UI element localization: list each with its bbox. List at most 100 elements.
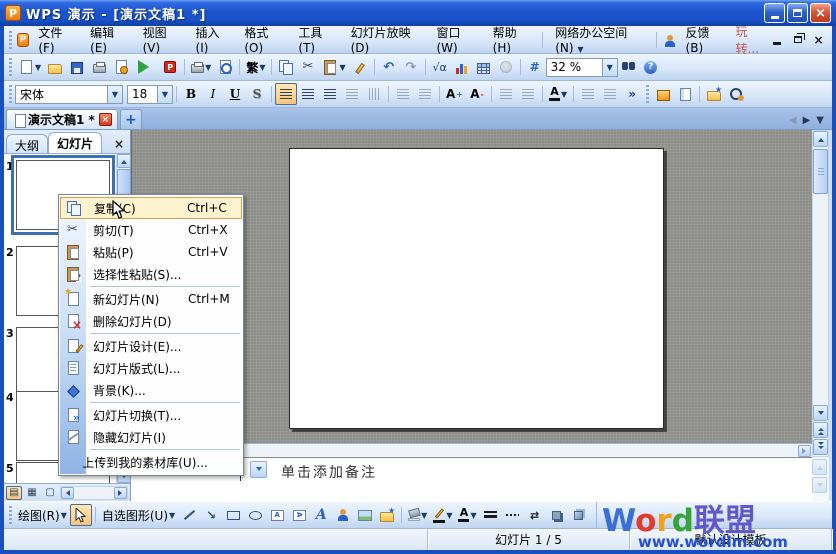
- arrow-tool-button[interactable]: ↘: [200, 504, 222, 526]
- tab-slides[interactable]: 幻灯片: [48, 132, 102, 153]
- tab-close-button[interactable]: ×: [99, 113, 112, 126]
- menu-slideshow[interactable]: 幻灯片放映(D): [344, 21, 428, 58]
- menu-view[interactable]: 视图(V): [136, 21, 187, 58]
- menu-edit[interactable]: 编辑(E): [83, 21, 133, 58]
- scrollbar-thumb[interactable]: [813, 149, 828, 194]
- previous-slide-button[interactable]: [813, 422, 828, 438]
- oval-tool-button[interactable]: [244, 504, 266, 526]
- 3d-style-button[interactable]: [568, 504, 590, 526]
- draw-menu-button[interactable]: 绘图(R)▼: [15, 504, 70, 526]
- underline-button[interactable]: U: [224, 83, 246, 105]
- scroll-down-button[interactable]: [813, 405, 828, 421]
- normal-view-button[interactable]: ▤: [6, 486, 22, 500]
- new-tab-button[interactable]: +: [120, 109, 142, 129]
- bold-button[interactable]: B: [180, 83, 202, 105]
- font-color-button[interactable]: A▼: [455, 504, 479, 526]
- menu-item-delete-slide[interactable]: 删除幻灯片(D): [60, 310, 242, 332]
- pane-close-button[interactable]: ×: [110, 137, 128, 153]
- zoom-combobox[interactable]: 32 %▼: [546, 58, 618, 77]
- menu-item-slide-design[interactable]: 幻灯片设计(E)...: [60, 335, 242, 357]
- menu-help[interactable]: 帮助(H): [486, 21, 538, 58]
- align-right-button[interactable]: [319, 83, 341, 105]
- menu-item-upload-material[interactable]: 上传到我的素材库(U)...: [60, 451, 242, 473]
- print-button[interactable]: ▼: [188, 56, 214, 78]
- menu-window[interactable]: 窗口(W): [429, 21, 483, 58]
- menu-item-slide-transition[interactable]: 幻灯片切换(T)...: [60, 404, 242, 426]
- menu-item-copy[interactable]: 复制(C) Ctrl+C: [60, 197, 242, 219]
- font-color-button[interactable]: A▼: [546, 83, 570, 105]
- menu-tools[interactable]: 工具(T): [291, 21, 341, 58]
- undo-button[interactable]: ↶: [378, 56, 400, 78]
- promo-link[interactable]: 玩转...: [736, 23, 768, 57]
- text-box-button[interactable]: A: [266, 504, 288, 526]
- menu-feedback[interactable]: 反馈(B): [679, 21, 730, 58]
- dropdown-icon[interactable]: ▼: [107, 86, 122, 103]
- cut-button[interactable]: [297, 56, 319, 78]
- font-size-combobox[interactable]: 18▼: [127, 85, 173, 104]
- font-name-combobox[interactable]: 宋体▼: [15, 85, 123, 104]
- insert-picture-button[interactable]: [354, 504, 376, 526]
- slide-canvas[interactable]: [289, 148, 664, 429]
- menu-item-paste-special[interactable]: ? 选择性粘贴(S)...: [60, 263, 242, 285]
- scroll-left-button[interactable]: [61, 487, 74, 499]
- scroll-right-button[interactable]: [798, 445, 811, 457]
- insert-chart-button[interactable]: [451, 56, 473, 78]
- insert-diagram-button[interactable]: [332, 504, 354, 526]
- tab-outline[interactable]: 大纲: [6, 134, 48, 153]
- fill-color-button[interactable]: ▼: [405, 504, 430, 526]
- send-email-button[interactable]: [132, 56, 159, 78]
- insert-table-button[interactable]: [473, 56, 495, 78]
- mdi-minimize-button[interactable]: [769, 32, 784, 47]
- increase-font-button[interactable]: A+: [443, 83, 466, 105]
- save-button[interactable]: [66, 56, 88, 78]
- slide-show-button[interactable]: ▢: [42, 486, 58, 500]
- new-document-button[interactable]: ▼: [15, 56, 44, 78]
- material-library-button[interactable]: [703, 83, 725, 105]
- print-preview-button[interactable]: [214, 56, 236, 78]
- rectangle-tool-button[interactable]: [222, 504, 244, 526]
- menu-item-new-slide[interactable]: 新幻灯片(N) Ctrl+M: [60, 288, 242, 310]
- insert-clipart-button[interactable]: [376, 504, 398, 526]
- arrow-style-button[interactable]: ⇄: [524, 504, 546, 526]
- toolbar-grip[interactable]: [646, 85, 649, 103]
- menu-item-hide-slide[interactable]: 隐藏幻灯片(I): [60, 426, 242, 448]
- select-objects-button[interactable]: [70, 504, 92, 526]
- toolbar-grip[interactable]: [9, 85, 12, 103]
- shadow-style-button[interactable]: [546, 504, 568, 526]
- text-shadow-button[interactable]: S: [246, 83, 268, 105]
- menu-item-slide-layout[interactable]: 幻灯片版式(L)...: [60, 357, 242, 379]
- scroll-up-button[interactable]: [117, 154, 131, 168]
- maximize-button[interactable]: [787, 3, 808, 23]
- mdi-restore-button[interactable]: [790, 32, 805, 47]
- minimize-button[interactable]: [764, 3, 785, 23]
- gridlines-button[interactable]: #: [524, 56, 546, 78]
- thumbnail-hscrollbar[interactable]: [60, 486, 128, 500]
- menu-item-background[interactable]: 背景(K)...: [60, 379, 242, 401]
- line-color-button[interactable]: ▼: [430, 504, 455, 526]
- close-button[interactable]: ×: [810, 3, 831, 23]
- notes-placeholder[interactable]: 单击添加备注: [281, 462, 377, 482]
- vertical-text-box-button[interactable]: A: [288, 504, 310, 526]
- copy-button[interactable]: [275, 56, 297, 78]
- permissions-button[interactable]: [110, 56, 132, 78]
- dropdown-icon[interactable]: ▼: [157, 86, 172, 103]
- scroll-up-button[interactable]: [813, 131, 828, 147]
- scroll-right-button[interactable]: [114, 487, 127, 499]
- notes-dropdown-button[interactable]: [250, 461, 267, 478]
- wordart-button[interactable]: A: [310, 504, 332, 526]
- next-slide-button[interactable]: [813, 439, 828, 455]
- editor-vscrollbar[interactable]: [812, 130, 829, 457]
- chinese-convert-button[interactable]: 繁▼: [243, 56, 268, 78]
- italic-button[interactable]: I: [202, 83, 224, 105]
- insert-formula-button[interactable]: √α: [429, 56, 451, 78]
- format-painter-button[interactable]: [349, 56, 371, 78]
- tab-scroll-right-button[interactable]: ▶: [803, 115, 811, 126]
- export-pdf-button[interactable]: P: [159, 56, 181, 78]
- mdi-close-button[interactable]: ×: [811, 32, 826, 47]
- line-style-button[interactable]: [480, 504, 502, 526]
- line-tool-button[interactable]: [178, 504, 200, 526]
- autoshapes-button[interactable]: 自选图形(U)▼: [99, 504, 178, 526]
- dash-style-button[interactable]: [502, 504, 524, 526]
- toolbar-grip[interactable]: [9, 58, 12, 76]
- dropdown-icon[interactable]: ▼: [602, 59, 617, 76]
